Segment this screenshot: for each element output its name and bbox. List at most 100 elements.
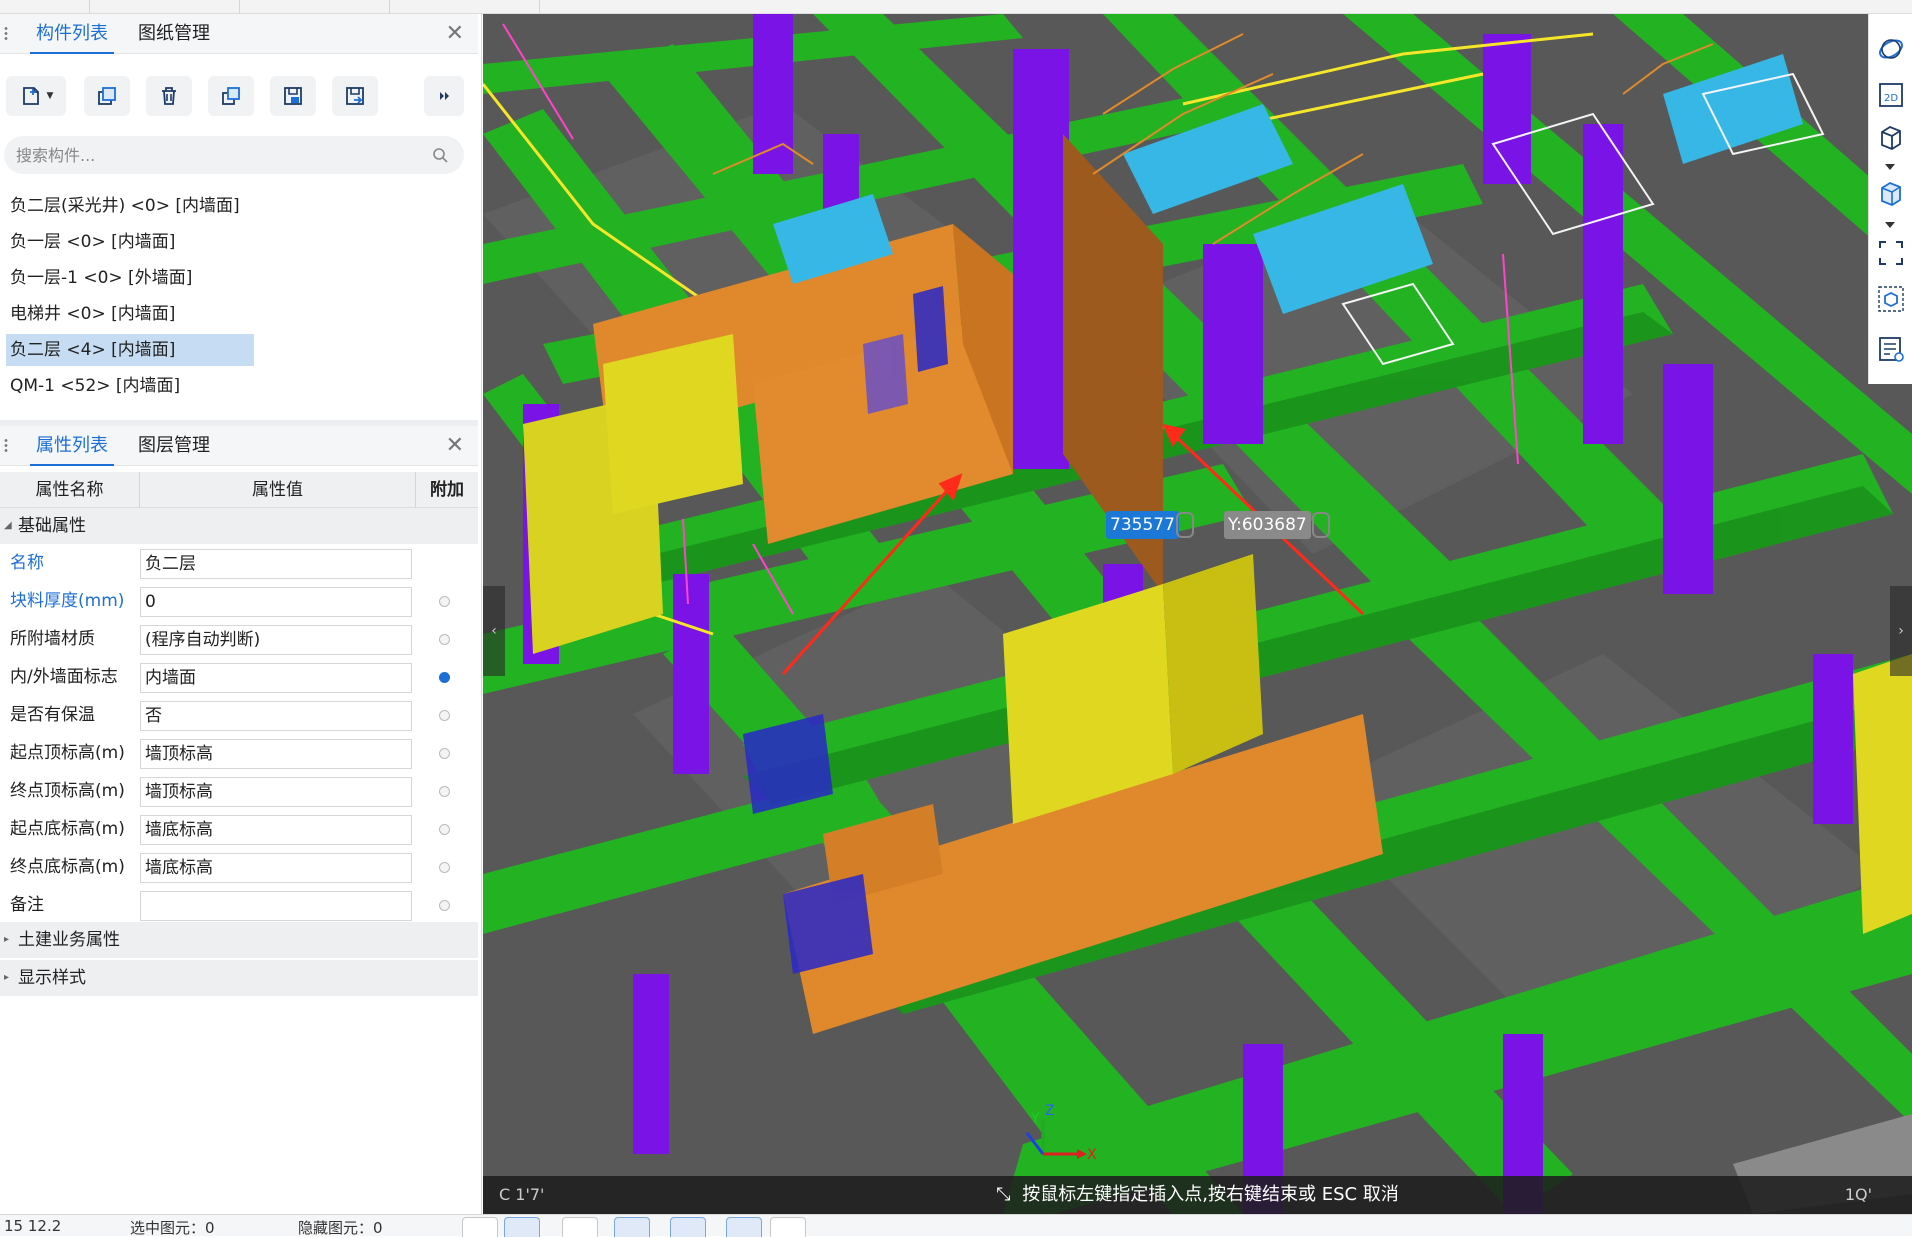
layer-copy-icon	[222, 87, 240, 105]
display-settings-icon	[1879, 337, 1904, 362]
dropdown-caret-icon[interactable]	[1885, 222, 1895, 228]
extra-radio[interactable]	[439, 824, 450, 835]
property-value-field[interactable]: 墙顶标高	[140, 777, 412, 807]
floor-paste-button[interactable]	[332, 76, 378, 116]
search-input[interactable]	[16, 136, 416, 174]
list-item[interactable]: 负一层 <0> [内墙面]	[6, 226, 179, 258]
new-component-button[interactable]: ▼	[6, 76, 66, 116]
more-icon	[440, 92, 449, 100]
snap-grid-button[interactable]	[504, 1217, 540, 1237]
property-value-field[interactable]: 负二层	[140, 549, 412, 579]
more-tools-button[interactable]	[424, 76, 464, 116]
extra-radio[interactable]	[439, 748, 450, 759]
collapse-triangle-icon: ◢	[4, 520, 12, 531]
snap-center-button[interactable]	[726, 1217, 762, 1237]
view-cube-button[interactable]	[1876, 284, 1906, 314]
3d-box-button[interactable]	[1876, 122, 1906, 152]
snap-endpoint-button[interactable]	[462, 1217, 498, 1237]
snap-perpendicular-button[interactable]	[614, 1217, 650, 1237]
property-value-field[interactable]: 墙底标高	[140, 853, 412, 883]
display-settings-button[interactable]	[1876, 334, 1906, 364]
extra-radio[interactable]	[439, 596, 450, 607]
snap-midpoint-button[interactable]	[670, 1217, 706, 1237]
group-label: 基础属性	[18, 516, 86, 536]
hidden-count: 隐藏图元：0	[298, 1219, 383, 1237]
property-row[interactable]: 是否有保温 否	[0, 696, 478, 734]
component-panel-header: 构件列表 图纸管理 ✕	[0, 14, 478, 54]
extra-radio[interactable]	[439, 900, 450, 911]
property-value-field[interactable]: 否	[140, 701, 412, 731]
property-row[interactable]: 终点顶标高(m) 墙顶标高	[0, 772, 478, 810]
tab-layer-management[interactable]: 图层管理	[132, 426, 216, 466]
property-row[interactable]: 所附墙材质 (程序自动判断)	[0, 620, 478, 658]
property-value-field[interactable]: 0	[140, 587, 412, 617]
group-display-style[interactable]: ▸ 显示样式	[0, 960, 478, 996]
3d-viewport[interactable]: 735577 Y:603687 ‹ › X Y Z 2D C 1'7' ⤡ 按鼠…	[483, 14, 1912, 1214]
extra-radio[interactable]	[439, 672, 450, 683]
property-row[interactable]: 终点底标高(m) 墙底标高	[0, 848, 478, 886]
scale-marker-left: C 1'7'	[499, 1185, 545, 1204]
property-row[interactable]: 块料厚度(mm) 0	[0, 582, 478, 620]
svg-text:2D: 2D	[1884, 93, 1898, 104]
layer-copy-button[interactable]	[208, 76, 254, 116]
orbit-icon	[1879, 39, 1903, 59]
search-icon[interactable]	[432, 147, 448, 163]
3d-model-scene[interactable]	[483, 14, 1912, 1214]
fit-view-button[interactable]	[1876, 238, 1906, 268]
snap-cross-button[interactable]	[562, 1217, 598, 1237]
copy-component-button[interactable]	[84, 76, 130, 116]
copy-icon	[98, 87, 116, 105]
property-name: 起点底标高(m)	[10, 819, 125, 839]
column-header-value: 属性值	[140, 472, 416, 508]
drag-grip-icon[interactable]	[4, 438, 8, 454]
property-value-field[interactable]: 内墙面	[140, 663, 412, 693]
property-row[interactable]: 起点底标高(m) 墙底标高	[0, 810, 478, 848]
floor-paste-icon	[346, 87, 364, 105]
coord-y-readout[interactable]: Y:603687	[1224, 511, 1311, 539]
property-panel-header: 属性列表 图层管理 ✕	[0, 426, 478, 466]
dropdown-caret-icon[interactable]	[1885, 164, 1895, 170]
snap-arc-button[interactable]	[770, 1217, 806, 1237]
orbit-button[interactable]	[1876, 34, 1906, 64]
group-label: 土建业务属性	[18, 930, 120, 950]
coord-x-readout[interactable]: 735577	[1106, 511, 1179, 539]
property-name: 名称	[10, 553, 44, 573]
property-value-field[interactable]: 墙顶标高	[140, 739, 412, 769]
property-name: 是否有保温	[10, 705, 95, 725]
group-basic-properties[interactable]: ◢ 基础属性	[0, 508, 478, 544]
property-row[interactable]: 起点顶标高(m) 墙顶标高	[0, 734, 478, 772]
extra-radio[interactable]	[439, 786, 450, 797]
list-item[interactable]: 电梯井 <0> [内墙面]	[6, 298, 179, 330]
group-label: 显示样式	[18, 968, 86, 988]
tab-drawing-management[interactable]: 图纸管理	[132, 14, 216, 54]
left-collapse-handle[interactable]: ‹	[483, 586, 505, 676]
property-row[interactable]: 内/外墙面标志 内墙面	[0, 658, 478, 696]
expand-triangle-icon: ▸	[4, 934, 10, 945]
property-name: 所附墙材质	[10, 629, 95, 649]
drag-grip-icon[interactable]	[4, 26, 8, 42]
list-item[interactable]: 负二层(采光井) <0> [内墙面]	[6, 190, 244, 222]
extra-radio[interactable]	[439, 710, 450, 721]
close-icon[interactable]: ✕	[446, 432, 464, 460]
property-row[interactable]: 名称 负二层	[0, 544, 478, 582]
tab-property-list[interactable]: 属性列表	[30, 426, 114, 466]
close-icon[interactable]: ✕	[446, 20, 464, 48]
list-item-selected[interactable]: 负二层 <4> [内墙面]	[6, 334, 254, 366]
property-value-field[interactable]: (程序自动判断)	[140, 625, 412, 655]
list-item[interactable]: 负一层-1 <0> [外墙面]	[6, 262, 196, 294]
2d-view-button[interactable]: 2D	[1876, 80, 1906, 110]
tab-component-list[interactable]: 构件列表	[30, 14, 114, 54]
3d-solid-button[interactable]	[1876, 178, 1906, 208]
list-item[interactable]: QM-1 <52> [内墙面]	[6, 370, 184, 402]
group-civil-properties[interactable]: ▸ 土建业务属性	[0, 922, 478, 958]
extra-radio[interactable]	[439, 634, 450, 645]
property-row[interactable]: 备注	[0, 886, 478, 924]
app-root: 构件列表 图纸管理 ✕ ▼ 搜索构件... 负二层(采光井) <0> [内墙面]…	[0, 0, 1912, 1237]
delete-component-button[interactable]	[146, 76, 192, 116]
right-collapse-handle[interactable]: ›	[1890, 586, 1912, 676]
floor-copy-button[interactable]	[270, 76, 316, 116]
column-header-name: 属性名称	[0, 472, 140, 508]
property-value-field[interactable]: 墙底标高	[140, 815, 412, 845]
property-value-field[interactable]	[140, 891, 412, 921]
extra-radio[interactable]	[439, 862, 450, 873]
